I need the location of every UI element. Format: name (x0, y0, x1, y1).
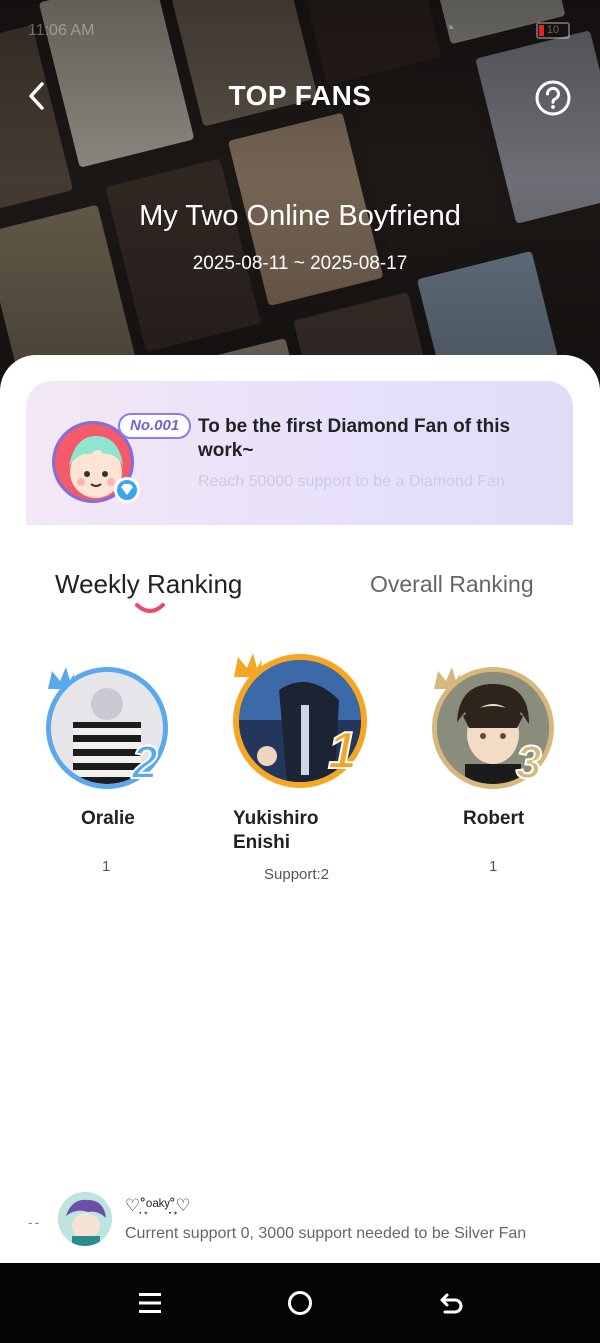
date-range: 2025-08-11 ~ 2025-08-17 (192, 253, 408, 274)
tab-overall-ranking[interactable]: Overall Ranking (370, 571, 534, 598)
system-navigation-bar (0, 1263, 600, 1343)
fan-name: Robert (463, 808, 525, 829)
battery-level: 10 (546, 24, 560, 36)
diamond-fan-heading: To be the first Diamond Fan of this work… (198, 416, 511, 461)
fan-first[interactable]: 1 Yukishiro Enishi Support:2 (230, 651, 380, 891)
avatar (58, 1192, 112, 1246)
diamond-fan-subtext: Reach 50000 support to be a Diamond Fan (198, 473, 505, 490)
my-support-status: Current support 0, 3000 support needed t… (125, 1225, 527, 1242)
top-three-podium: 2 Oralie 1 1 Yukishiro Enishi Support:2 (0, 645, 600, 905)
ranking-tabs: Weekly Ranking Overall Ranking (0, 565, 600, 625)
menu-icon[interactable] (135, 1288, 165, 1318)
my-username: ♡˚̣̣̣͙ᵒᵃᵏʸ˚̣̣̣͙♡ (125, 1196, 191, 1215)
fan-support: 1 (489, 858, 498, 875)
fan-support: 1 (102, 858, 111, 875)
wifi-icon: ◔ (444, 18, 455, 38)
fan-support: Support:2 (264, 866, 330, 883)
page-title: TOP FANS (228, 80, 372, 111)
work-title: My Two Online Boyfriend (139, 200, 461, 232)
fan-third[interactable]: 3 Robert 1 (428, 665, 568, 885)
fan-name: Yukishiro Enishi (233, 808, 319, 853)
ranking-sheet: No.001 To be the first Diamond Fan of th… (0, 355, 600, 1263)
rank-badge: No.001 (118, 413, 192, 439)
back-return-icon[interactable] (436, 1288, 466, 1318)
my-ranking-row[interactable]: -- ♡˚̣̣̣͙ᵒᵃᵏʸ˚̣̣̣͙♡ Current support 0, 3… (0, 1190, 600, 1250)
home-circle-icon[interactable] (285, 1288, 315, 1318)
status-bar: 11:06 AM ◔ 10 (0, 0, 600, 60)
tab-active-indicator (135, 603, 165, 613)
help-circle-icon[interactable] (534, 79, 572, 117)
fan-name: Oralie (81, 808, 135, 829)
status-time: 11:06 AM (28, 22, 95, 39)
rank-number: 3 (515, 735, 543, 789)
diamond-fan-card[interactable]: No.001 To be the first Diamond Fan of th… (26, 381, 573, 525)
rank-number: 1 (327, 721, 358, 781)
rank-number: 2 (131, 735, 159, 789)
tab-weekly-ranking[interactable]: Weekly Ranking (55, 569, 242, 600)
diamond-icon (114, 477, 140, 503)
battery-icon: 10 (536, 22, 570, 39)
my-rank: -- (28, 1214, 42, 1230)
fan-second[interactable]: 2 Oralie 1 (40, 665, 180, 885)
